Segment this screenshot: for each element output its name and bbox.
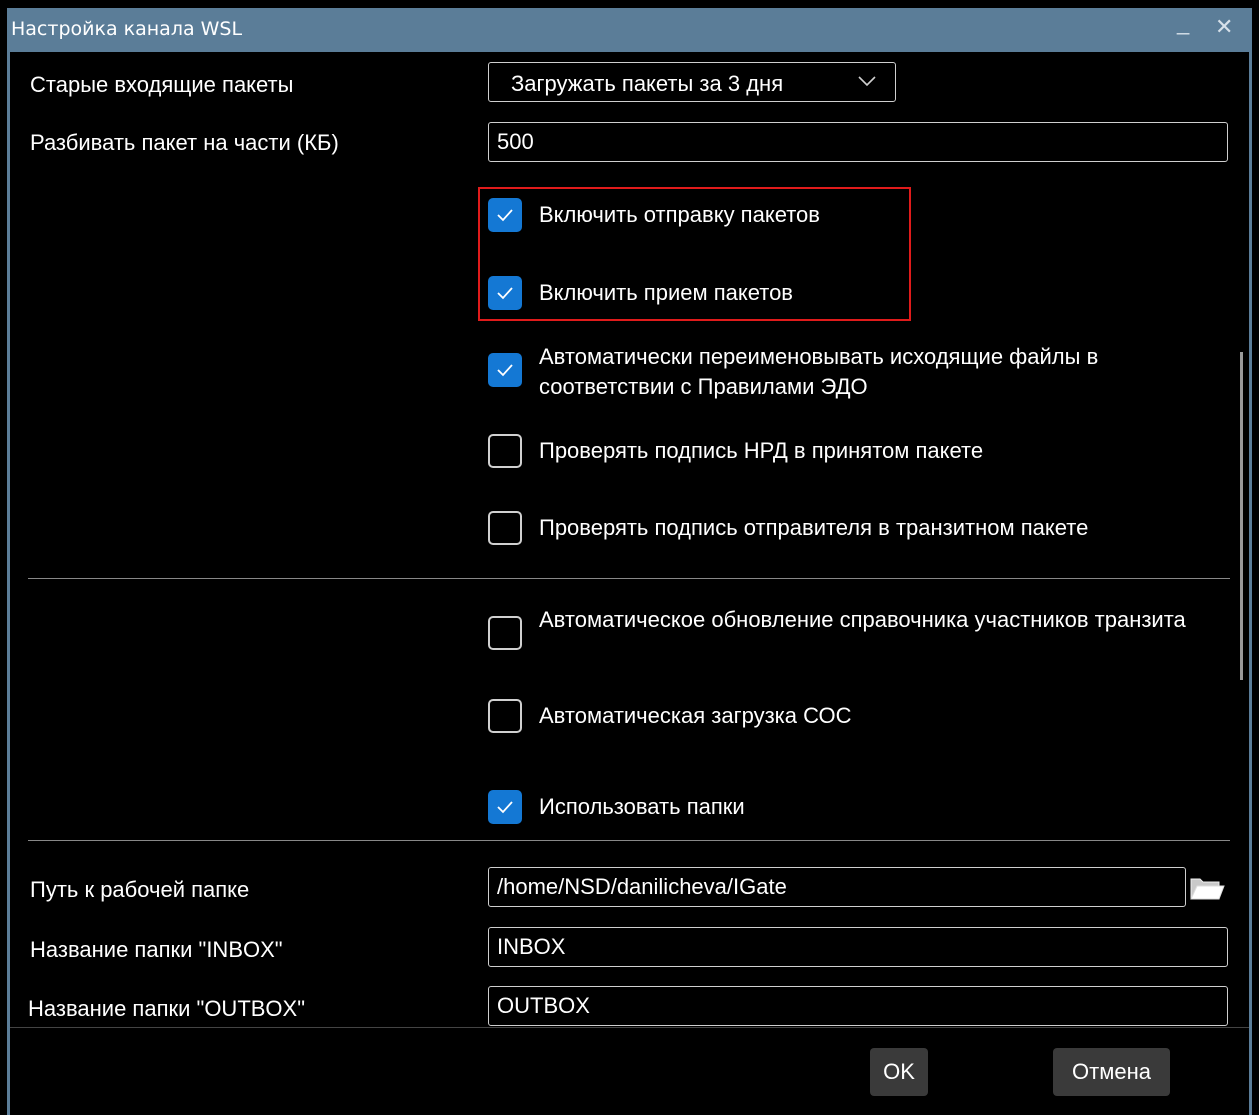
old-packets-select[interactable]: Загружать пакеты за 3 дня bbox=[488, 62, 896, 102]
work-folder-label: Путь к рабочей папке bbox=[30, 877, 250, 902]
split-label: Разбивать пакет на части (КБ) bbox=[30, 130, 339, 155]
separator bbox=[28, 840, 1230, 841]
chevron-down-icon bbox=[858, 76, 876, 87]
checkbox-enable-send-label: Включить отправку пакетов bbox=[539, 202, 820, 227]
title-bar-background: Настройка канала WSL _ ✕ bbox=[7, 8, 1252, 52]
close-button[interactable]: ✕ bbox=[1215, 14, 1233, 40]
checkbox-enable-send[interactable] bbox=[488, 198, 522, 232]
title-bar: Настройка канала WSL _ ✕ bbox=[0, 0, 1259, 52]
separator bbox=[28, 578, 1230, 579]
check-icon bbox=[497, 209, 513, 222]
inbox-label: Название папки "INBOX" bbox=[30, 937, 283, 962]
checkbox-auto-update-directory-label: Автоматическое обновление справочника уч… bbox=[539, 607, 1186, 632]
checkbox-verify-nrd-signature-label: Проверять подпись НРД в принятом пакете bbox=[539, 438, 984, 463]
minimize-button[interactable]: _ bbox=[1177, 10, 1189, 36]
footer-separator bbox=[10, 1027, 1249, 1028]
scrollbar[interactable] bbox=[1240, 352, 1243, 680]
window-frame-left bbox=[7, 52, 10, 1115]
inbox-name-input[interactable]: INBOX bbox=[488, 927, 1228, 967]
outbox-name-input[interactable]: OUTBOX bbox=[488, 986, 1228, 1026]
check-icon bbox=[497, 364, 513, 377]
checkbox-verify-sender-signature[interactable] bbox=[488, 511, 522, 545]
split-size-input[interactable]: 500 bbox=[488, 122, 1228, 162]
cancel-button[interactable]: Отмена bbox=[1053, 1048, 1170, 1096]
checkbox-verify-sender-signature-label: Проверять подпись отправителя в транзитн… bbox=[539, 515, 1089, 540]
checkbox-use-folders[interactable] bbox=[488, 790, 522, 824]
work-folder-input[interactable]: /home/NSD/danilicheva/IGate bbox=[488, 867, 1186, 907]
checkbox-auto-load-sos[interactable] bbox=[488, 699, 522, 733]
old-packets-selected-value: Загружать пакеты за 3 дня bbox=[511, 71, 784, 96]
old-packets-label: Старые входящие пакеты bbox=[30, 72, 294, 97]
check-icon bbox=[497, 801, 513, 814]
ok-button[interactable]: OK bbox=[870, 1048, 928, 1096]
window-frame-right bbox=[1249, 52, 1252, 1115]
checkbox-verify-nrd-signature[interactable] bbox=[488, 434, 522, 468]
checkbox-auto-load-sos-label: Автоматическая загрузка СОС bbox=[539, 703, 852, 728]
folder-open-icon[interactable] bbox=[1188, 871, 1226, 905]
check-icon bbox=[497, 287, 513, 300]
checkbox-auto-rename[interactable] bbox=[488, 353, 522, 387]
checkbox-auto-update-directory[interactable] bbox=[488, 616, 522, 650]
checkbox-enable-receive[interactable] bbox=[488, 276, 522, 310]
checkbox-use-folders-label: Использовать папки bbox=[539, 794, 745, 819]
checkbox-enable-receive-label: Включить прием пакетов bbox=[539, 280, 793, 305]
outbox-label: Название папки "OUTBOX" bbox=[28, 996, 306, 1021]
window-title: Настройка канала WSL bbox=[11, 18, 243, 40]
checkbox-auto-rename-label: Автоматически переименовывать исходящие … bbox=[539, 344, 1099, 399]
